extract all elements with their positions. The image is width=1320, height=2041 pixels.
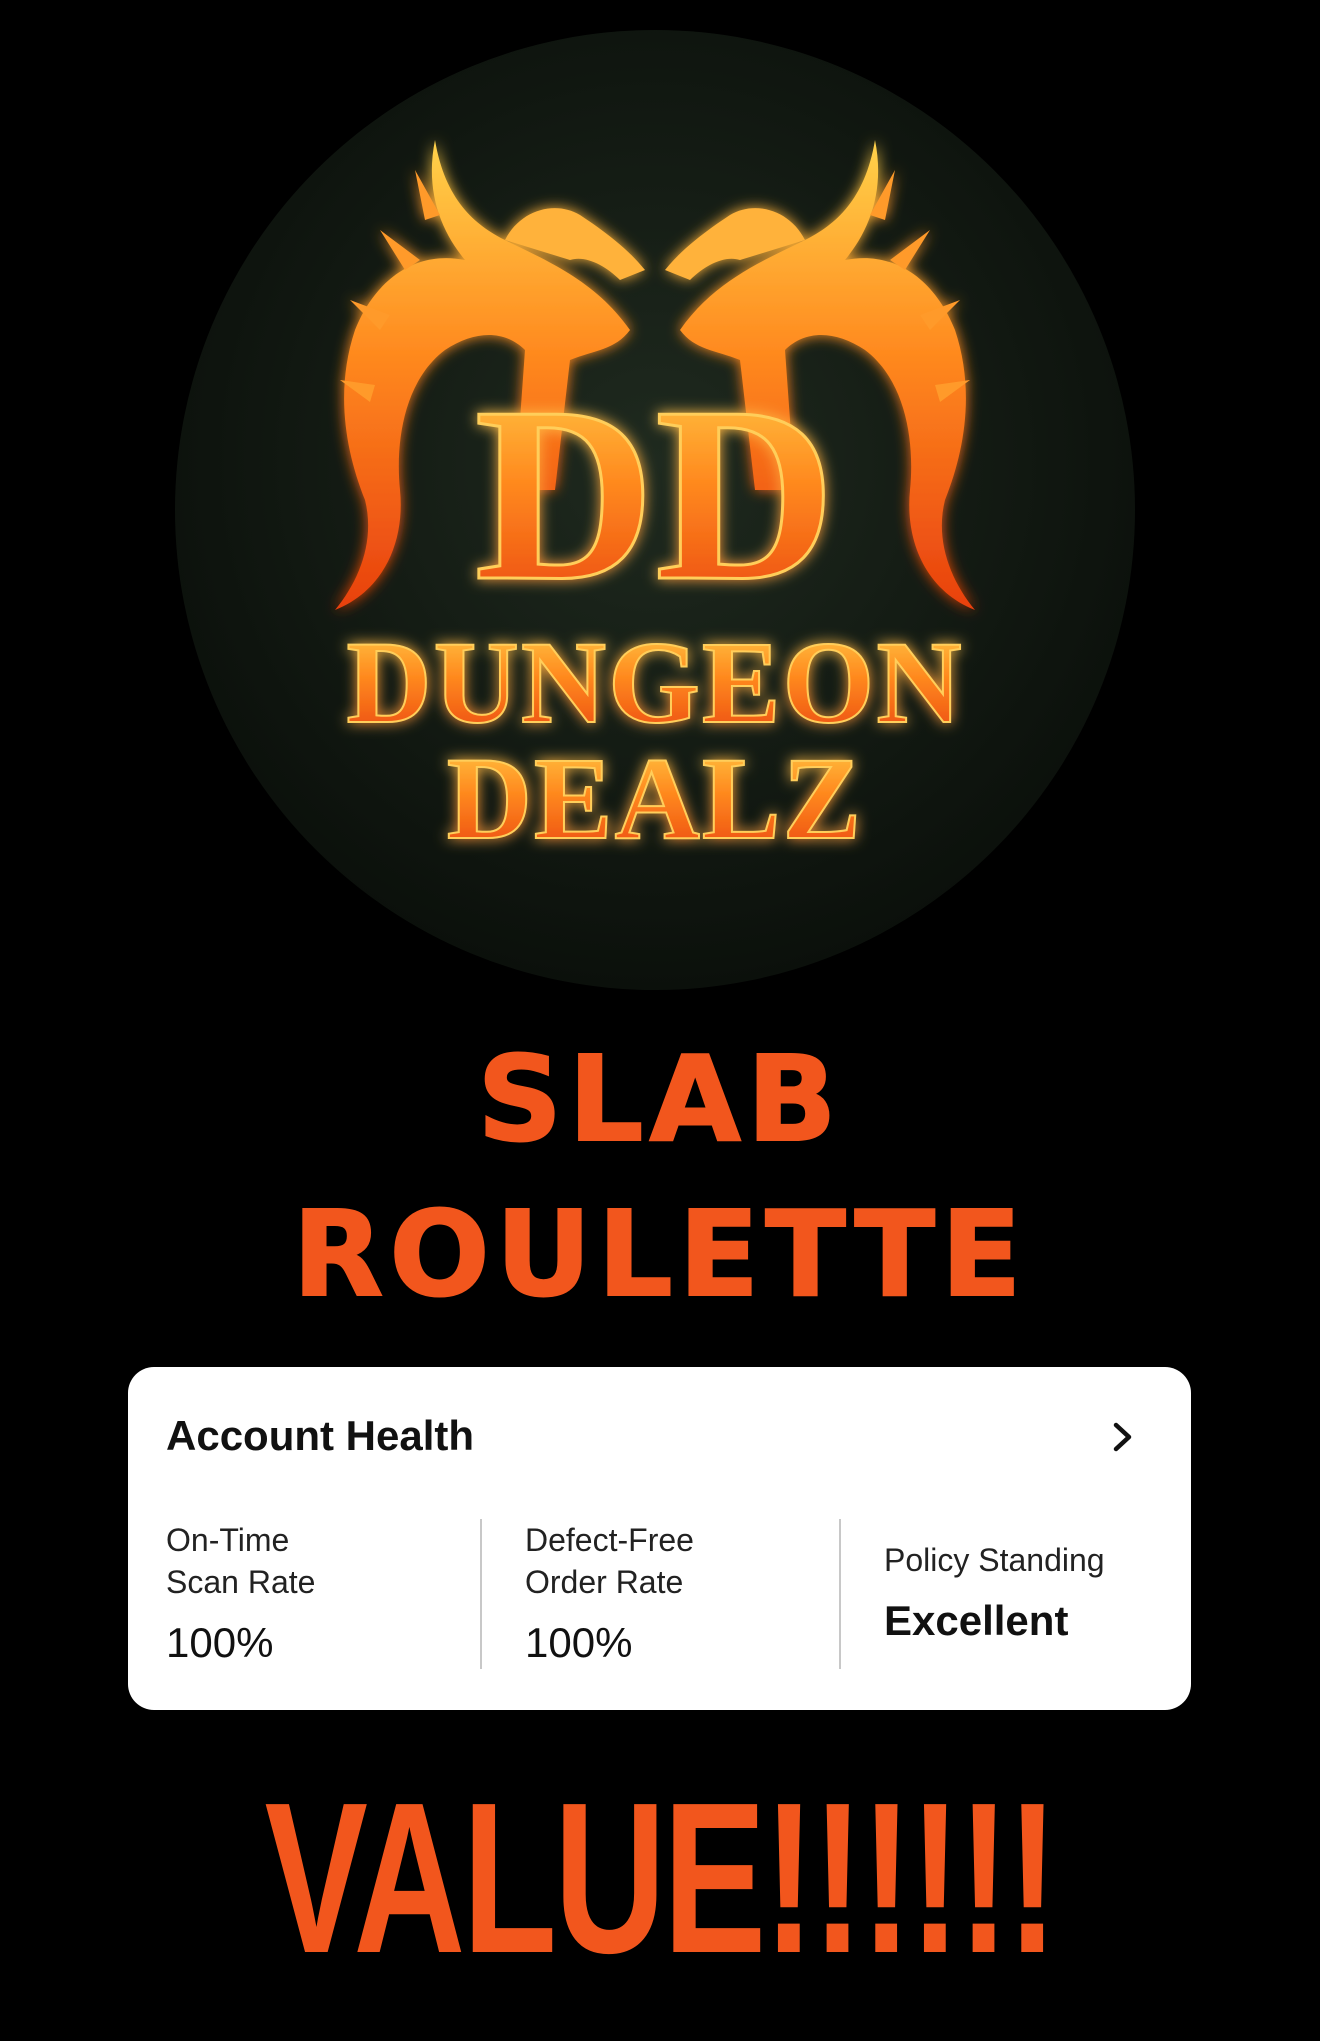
headline-roulette: ROULETTE <box>291 1185 1028 1323</box>
metric-defect-free-order-rate: Defect-Free Order Rate 100% <box>525 1519 855 1674</box>
metric-value: 100% <box>166 1619 274 1666</box>
account-health-card[interactable]: Account Health On-Time Scan Rate 100% De… <box>128 1367 1191 1710</box>
metric-value: 100% <box>525 1619 633 1666</box>
dungeon-dealz-logo: DD DUNGEON DEALZ <box>175 30 1135 990</box>
metric-label: Policy Standing <box>884 1542 1105 1578</box>
metric-policy-standing: Policy Standing Excellent <box>884 1519 1214 1674</box>
account-health-metrics: On-Time Scan Rate 100% Defect-Free Order… <box>128 1519 1191 1674</box>
logo-monogram-text: DD <box>474 356 835 633</box>
logo-text-dungeon: DUNGEON <box>346 617 963 748</box>
metric-on-time-scan-rate: On-Time Scan Rate 100% <box>166 1519 496 1674</box>
headline-slab: SLAB <box>476 1030 843 1168</box>
logo-monogram: DD <box>473 355 837 635</box>
metric-label: On-Time Scan Rate <box>166 1522 316 1600</box>
account-health-title: Account Health <box>166 1412 475 1459</box>
logo-text-dealz: DEALZ <box>447 733 864 864</box>
logo-graphic: DD DUNGEON DEALZ <box>175 30 1135 990</box>
metric-value: Excellent <box>884 1597 1069 1644</box>
metric-divider <box>839 1519 841 1669</box>
value-banner: VALUE!!!!!! <box>264 1757 1059 1998</box>
chevron-right-icon[interactable] <box>1103 1417 1143 1457</box>
metric-label: Defect-Free Order Rate <box>525 1522 694 1600</box>
metric-divider <box>480 1519 482 1669</box>
